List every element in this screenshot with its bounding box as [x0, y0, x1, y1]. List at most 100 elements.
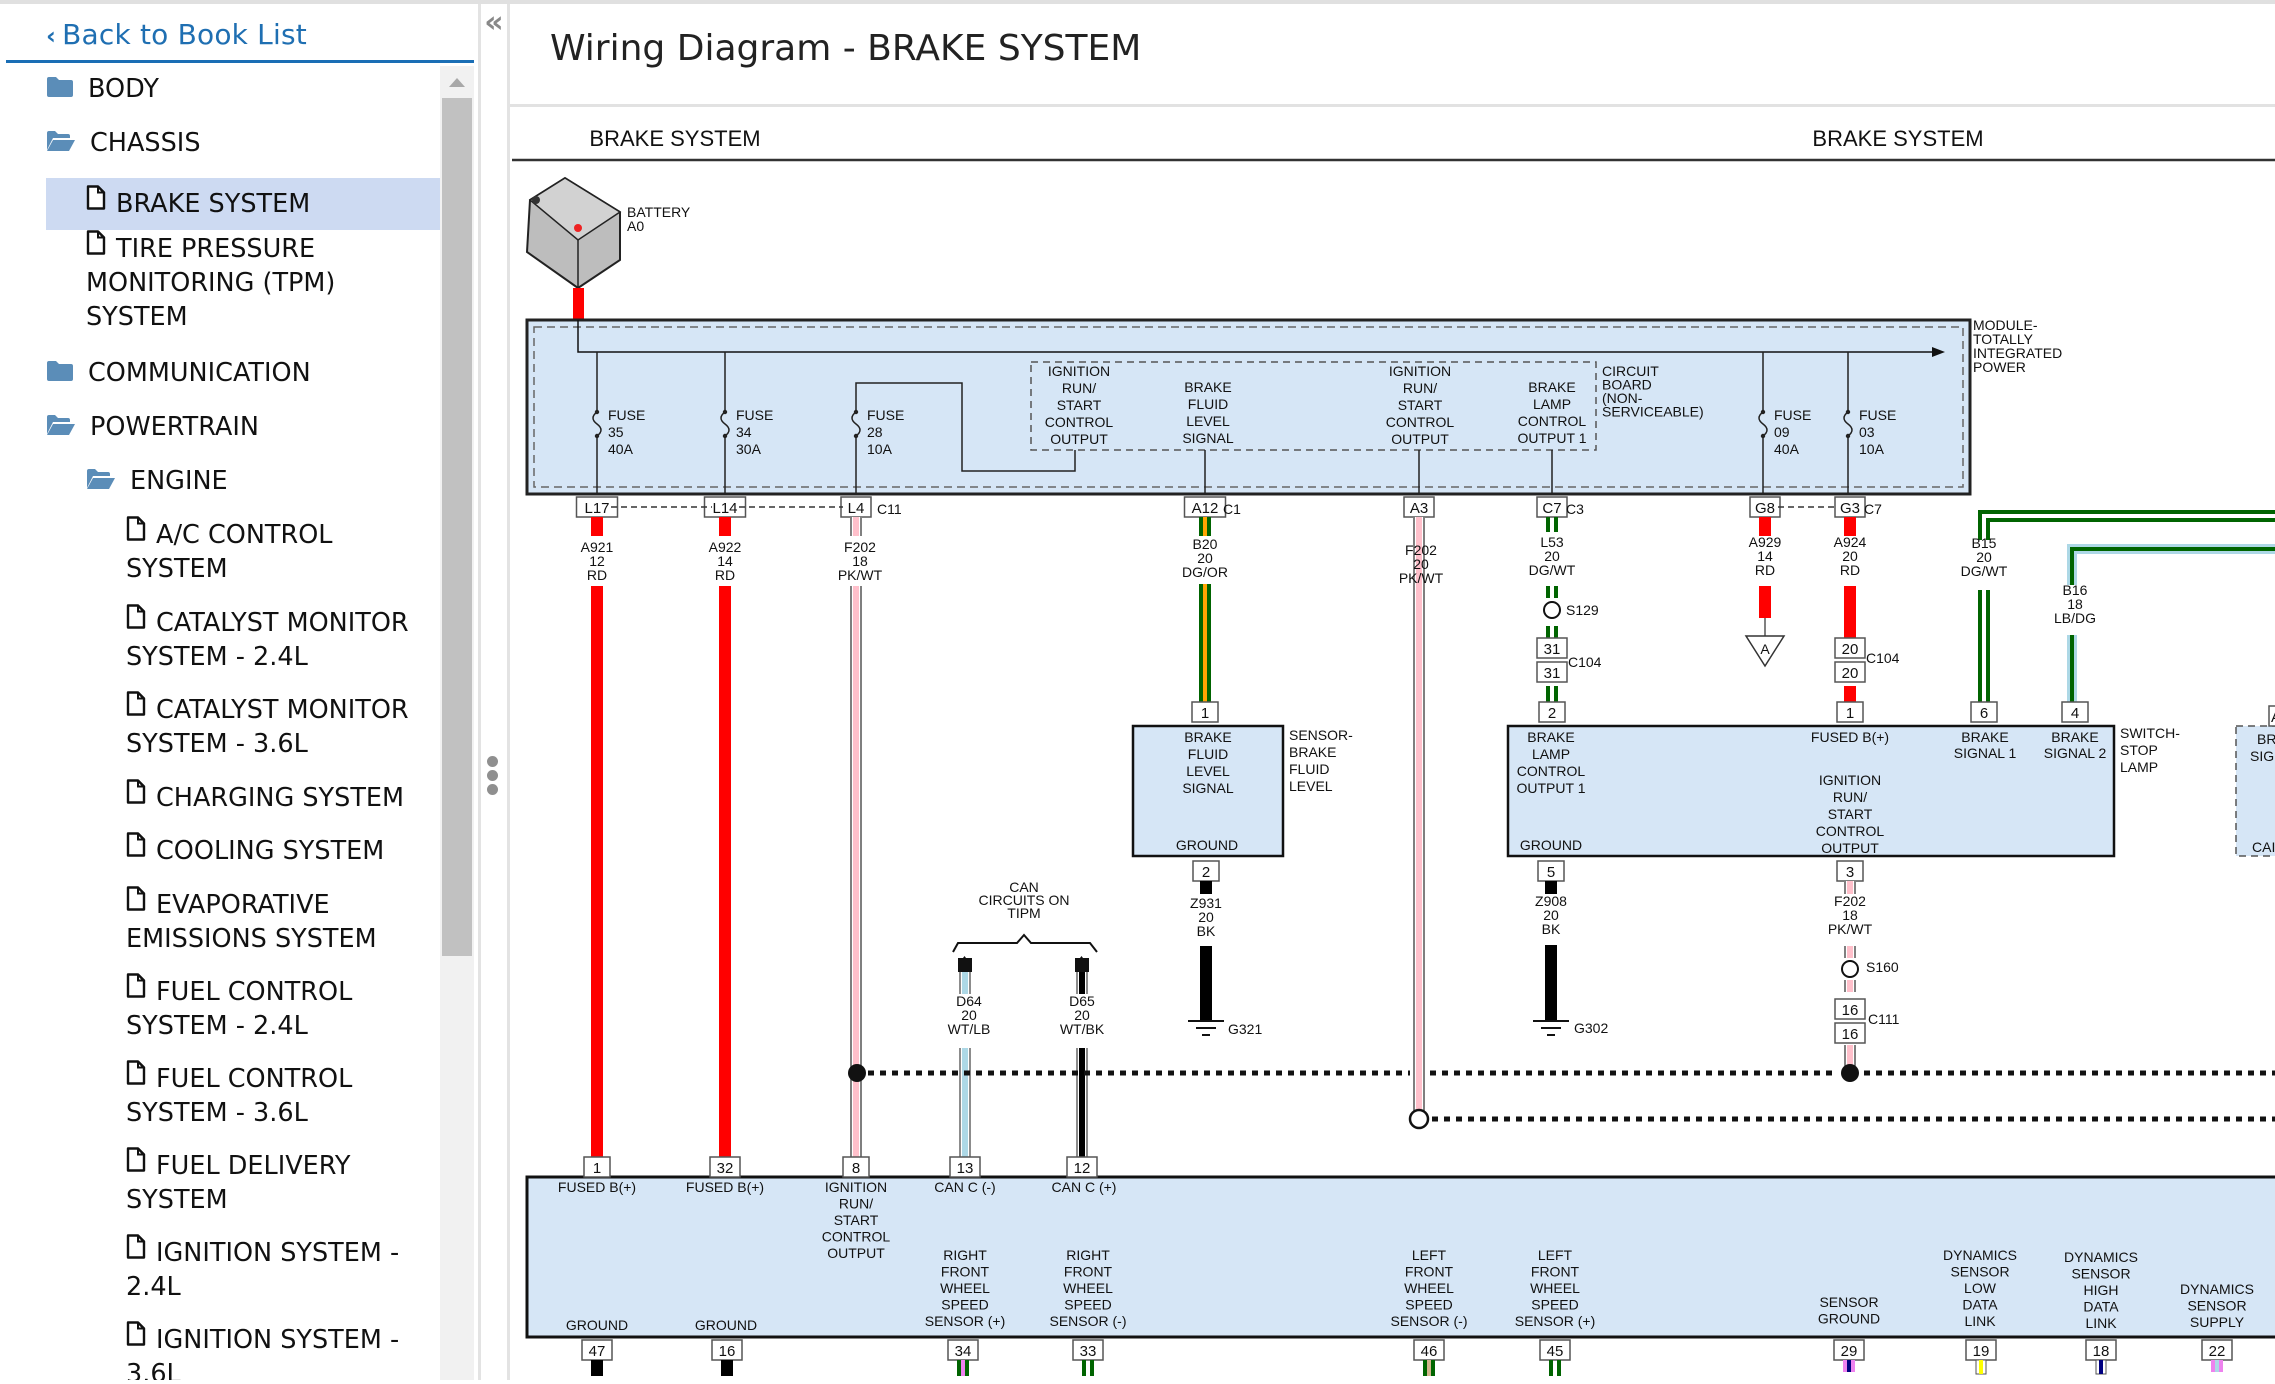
tree-item-powertrain[interactable]: POWERTRAIN [46, 410, 259, 445]
pin-label: 34 [955, 1343, 972, 1360]
tree-item-label: IGNITION SYSTEM - [156, 1238, 400, 1268]
tree-item-fuel-control-system-3-6l[interactable]: FUEL CONTROL SYSTEM - 3.6L [126, 1060, 352, 1130]
tree-item-fuel-control-system-2-4l[interactable]: FUEL CONTROL SYSTEM - 2.4L [126, 973, 352, 1043]
wire-l53 [1554, 517, 1558, 532]
tree-item-engine[interactable]: ENGINE [86, 464, 228, 499]
back-link-label: Back to Book List [62, 18, 307, 51]
sheet-header-left: BRAKE SYSTEM [589, 126, 760, 151]
wire-label: RD [587, 567, 607, 583]
wire-l53 [1546, 686, 1550, 702]
panel-splitter[interactable]: « [478, 4, 510, 1380]
sidebar-scrollbar[interactable] [440, 66, 474, 1380]
pin-label: 45 [1547, 1343, 1564, 1360]
abs-pin-label: SENSOR (-) [1391, 1313, 1468, 1329]
abs-pin-label: LINK [1964, 1313, 1996, 1329]
pin-label: 18 [2093, 1343, 2110, 1360]
pin-label: 1 [1846, 705, 1854, 722]
connector-name: C111 [1868, 1011, 1900, 1027]
board-pin-label: OUTPUT 1 [1518, 430, 1587, 446]
tree-item-tire-pressure-monitoring-tpm-system[interactable]: TIRE PRESSURE MONITORING (TPM) SYSTEM [86, 230, 335, 334]
node-dot [594, 409, 600, 415]
pin-label: 5 [1547, 864, 1555, 881]
tree-item-catalyst-monitor-system-3-6l[interactable]: CATALYST MONITOR SYSTEM - 3.6L [126, 691, 409, 761]
wire-l53 [1546, 586, 1550, 598]
board-pin-label: IGNITION [1048, 363, 1110, 379]
node-dot [1760, 433, 1766, 439]
node-dot [853, 409, 859, 415]
back-to-book-list-link[interactable]: ‹ Back to Book List [46, 18, 307, 51]
board-pin-label: LEVEL [1186, 413, 1230, 429]
vertical-dots-icon[interactable] [487, 756, 499, 798]
tree-item-fuel-delivery-system[interactable]: FUEL DELIVERY SYSTEM [126, 1147, 351, 1217]
abs-pin-label: SPEED [941, 1297, 988, 1313]
scroll-up-arrow-icon[interactable] [449, 78, 465, 87]
abs-pin-label: LEFT [1412, 1247, 1447, 1263]
folder-open-icon [46, 411, 76, 445]
board-pin-label: CONTROL [1518, 413, 1587, 429]
wire-label: DG/WT [1961, 563, 2008, 579]
wiring-diagram[interactable]: BRAKE SYSTEM BRAKE SYSTEMBATTERYA0MODULE-… [510, 108, 2275, 1384]
tree-item-label: FUEL DELIVERY [156, 1151, 351, 1181]
wire-stub [961, 1360, 965, 1376]
abs-pin-label: GROUND [566, 1317, 628, 1333]
tree-item-a-c-control-system[interactable]: A/C CONTROL SYSTEM [126, 516, 332, 586]
tree-item-cooling-system[interactable]: COOLING SYSTEM [126, 832, 385, 868]
wire-b20-stripe [1203, 584, 1207, 702]
fuse-label: FUSE [1774, 407, 1811, 423]
title-divider [510, 104, 2275, 107]
wire-a921 [591, 517, 603, 536]
tree-item-charging-system[interactable]: CHARGING SYSTEM [126, 779, 405, 815]
folder-open-icon [86, 465, 116, 499]
connector-name: C3 [1566, 501, 1584, 517]
abs-pin-label: SPEED [1064, 1297, 1111, 1313]
wire-a922 [719, 517, 731, 536]
junction-dot [1841, 1064, 1859, 1082]
wire-label: PK/WT [1399, 570, 1444, 586]
abs-pin-label: CONTROL [822, 1229, 891, 1245]
tree-item-catalyst-monitor-system-2-4l[interactable]: CATALYST MONITOR SYSTEM - 2.4L [126, 604, 409, 674]
wire-l53 [1554, 626, 1558, 638]
switch-pin-label: LAMP [1532, 746, 1570, 762]
wire-stub [2215, 1360, 2219, 1372]
splice-s129 [1543, 601, 1561, 619]
document-icon [126, 691, 146, 725]
double-chevron-left-icon[interactable]: « [481, 8, 507, 38]
tree-item-label: COOLING SYSTEM [156, 836, 385, 866]
tree-item-evaporative-emissions-system[interactable]: EVAPORATIVE EMISSIONS SYSTEM [126, 886, 377, 956]
tree-item-communication[interactable]: COMMUNICATION [46, 356, 311, 391]
connector-name: C7 [1864, 501, 1882, 517]
abs-pin-label: DYNAMICS [2064, 1249, 2138, 1265]
pin-label: 2 [1548, 705, 1556, 722]
switch-pin-label: START [1828, 806, 1873, 822]
fuse-label: 28 [867, 424, 883, 440]
pin-label: 12 [1074, 1160, 1091, 1177]
wire-l53 [1546, 626, 1550, 638]
partial-module-label: SIG [2250, 748, 2274, 764]
tree-item-body[interactable]: BODY [46, 72, 159, 107]
wire-label: RD [1755, 562, 1775, 578]
arrow-up-icon [958, 958, 972, 972]
tree-item-ignition-system-2-4l[interactable]: IGNITION SYSTEM - 2.4L [126, 1234, 400, 1304]
switch-pin-label: OUTPUT [1821, 840, 1879, 856]
switch-name: SWITCH- [2120, 725, 2180, 741]
partial-module-label: BR [2257, 731, 2275, 747]
tree-item-chassis[interactable]: CHASSIS [46, 126, 201, 161]
abs-pin-label: GROUND [695, 1317, 757, 1333]
tree-item-label: CHARGING SYSTEM [156, 783, 405, 813]
wire-l53 [1546, 517, 1550, 532]
pin-label: G8 [1755, 500, 1775, 517]
tree-item-ignition-system-3-6l[interactable]: IGNITION SYSTEM - 3.6L [126, 1321, 399, 1380]
abs-pin-label: RIGHT [943, 1247, 987, 1263]
pin-label: 1 [593, 1160, 601, 1177]
scroll-thumb[interactable] [442, 98, 472, 956]
wire-f202-a3-stripe [1416, 517, 1422, 1113]
pin-label: 13 [957, 1160, 974, 1177]
wire-b20-stripe [1203, 517, 1207, 536]
tree-item-brake-system[interactable]: BRAKE SYSTEM [46, 178, 440, 230]
board-pin-label: BRAKE [1528, 379, 1575, 395]
document-icon [126, 1321, 146, 1355]
document-icon [126, 1234, 146, 1268]
tree-item-label: COMMUNICATION [88, 358, 311, 388]
wire-b16 [2070, 547, 2275, 702]
wire-label: DG/OR [1182, 564, 1228, 580]
